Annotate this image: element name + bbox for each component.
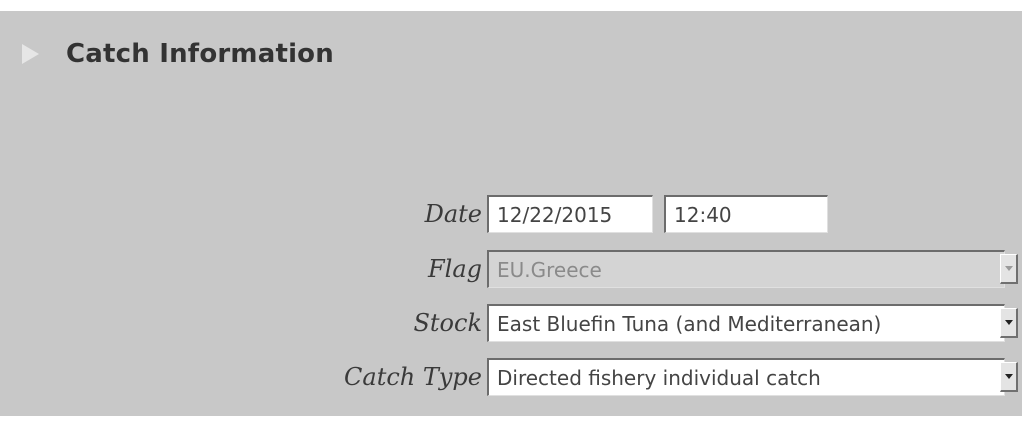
date-label: Date bbox=[424, 200, 482, 228]
stock-select-value: East Bluefin Tuna (and Mediterranean) bbox=[497, 312, 882, 336]
stock-dropdown-button[interactable] bbox=[1000, 308, 1018, 338]
date-input[interactable]: 12/22/2015 bbox=[487, 195, 653, 233]
chevron-down-icon bbox=[1004, 374, 1013, 379]
flag-select[interactable]: EU.Greece bbox=[487, 250, 1005, 288]
stock-select[interactable]: East Bluefin Tuna (and Mediterranean) bbox=[487, 304, 1005, 342]
date-row: Date 12/22/2015 12:40 bbox=[0, 194, 1022, 234]
flag-label: Flag bbox=[428, 255, 482, 283]
time-input[interactable]: 12:40 bbox=[664, 195, 828, 233]
chevron-down-icon bbox=[1004, 266, 1013, 271]
catch-type-select-value: Directed fishery individual catch bbox=[497, 366, 821, 390]
chevron-down-icon bbox=[1004, 320, 1013, 325]
catch-type-row: Catch Type Directed fishery individual c… bbox=[0, 357, 1022, 397]
triangle-right-icon[interactable] bbox=[22, 44, 39, 64]
catch-type-label: Catch Type bbox=[344, 363, 482, 391]
flag-dropdown-button[interactable] bbox=[1000, 254, 1018, 284]
stock-row: Stock East Bluefin Tuna (and Mediterrane… bbox=[0, 303, 1022, 343]
catch-information-panel: Catch Information Date 12/22/2015 12:40 … bbox=[0, 11, 1022, 416]
section-title: Catch Information bbox=[66, 39, 334, 69]
catch-type-select[interactable]: Directed fishery individual catch bbox=[487, 358, 1005, 396]
flag-select-value: EU.Greece bbox=[497, 258, 602, 282]
stock-label: Stock bbox=[413, 309, 482, 337]
catch-type-dropdown-button[interactable] bbox=[1000, 362, 1018, 392]
section-header[interactable]: Catch Information bbox=[22, 34, 334, 74]
flag-row: Flag EU.Greece bbox=[0, 249, 1022, 289]
